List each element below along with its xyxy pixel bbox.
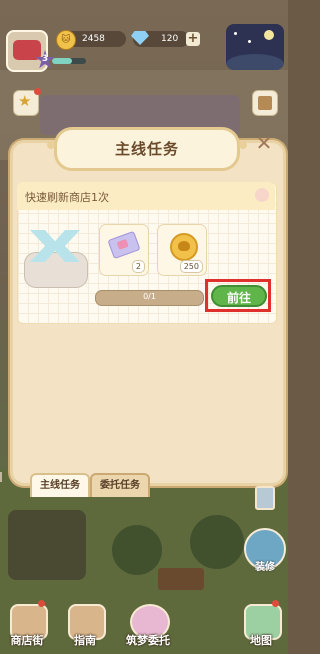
tab-commission-quest[interactable]: 委托任务: [90, 473, 150, 497]
xp-bar-fill: [52, 58, 73, 64]
progress-text: 0/1: [143, 292, 156, 301]
night-sky-thumbnail[interactable]: [226, 24, 284, 70]
reward-count: 250: [179, 260, 203, 273]
task-progress-bar: 0/1: [95, 290, 204, 306]
go-button-label: 前往: [226, 291, 251, 305]
nav-label: 指南: [74, 634, 96, 647]
favorites-button[interactable]: [13, 88, 41, 116]
nav-map[interactable]: 地图: [240, 600, 282, 650]
gem-counter[interactable]: 120: [131, 31, 189, 47]
ticket-icon: [107, 230, 141, 260]
picnic-table: [158, 568, 204, 590]
star-icon: [248, 40, 251, 43]
star-icon: [234, 32, 237, 35]
decorate-button[interactable]: 装修: [244, 528, 286, 573]
nav-shop-street[interactable]: 商店街: [6, 600, 48, 650]
cat-coin-icon: 🐱: [56, 30, 76, 50]
coin-counter[interactable]: 🐱 2458: [56, 30, 126, 50]
nav-dream-commission[interactable]: 筑梦委托: [120, 600, 176, 650]
task-target-item: [20, 226, 92, 292]
reward-slot[interactable]: 250: [157, 224, 207, 276]
cat-coin-icon: [170, 233, 198, 261]
tree: [190, 515, 244, 569]
close-icon[interactable]: ✕: [254, 133, 274, 153]
go-button[interactable]: 前往: [211, 285, 267, 307]
reward-slot[interactable]: 2: [99, 224, 149, 276]
nav-label: 地图: [250, 634, 272, 647]
tab-main-quest[interactable]: 主线任务: [30, 473, 90, 497]
gem-value: 120: [161, 34, 179, 44]
notification-dot: [272, 600, 279, 607]
hill: [226, 54, 284, 70]
mailbox-icon[interactable]: [255, 486, 275, 510]
decorate-label: 装修: [255, 562, 275, 573]
nav-guide[interactable]: 指南: [64, 600, 106, 650]
dialog-title: 主线任务: [114, 140, 179, 158]
decor-dot: [255, 188, 269, 202]
nav-label: 商店街: [10, 634, 44, 647]
moon-icon: [264, 30, 274, 40]
notification-dot: [38, 600, 45, 607]
storage-box-button[interactable]: [252, 90, 278, 116]
reward-count: 2: [131, 260, 145, 273]
top-hud: 3 🐱 2458 120 +: [0, 0, 288, 78]
tree: [112, 525, 162, 575]
cushion-base: [24, 252, 88, 288]
task-name: 快速刷新商店1次: [25, 191, 109, 204]
task-header: 快速刷新商店1次: [17, 182, 275, 210]
add-gems-button[interactable]: +: [186, 32, 200, 46]
dialog-title-banner: 主线任务: [47, 127, 247, 171]
diamond-icon: [131, 31, 149, 45]
xp-bar: [52, 58, 86, 64]
hedge: [8, 510, 86, 580]
nav-label: 筑梦委托: [126, 634, 170, 647]
coin-value: 2458: [82, 34, 105, 44]
